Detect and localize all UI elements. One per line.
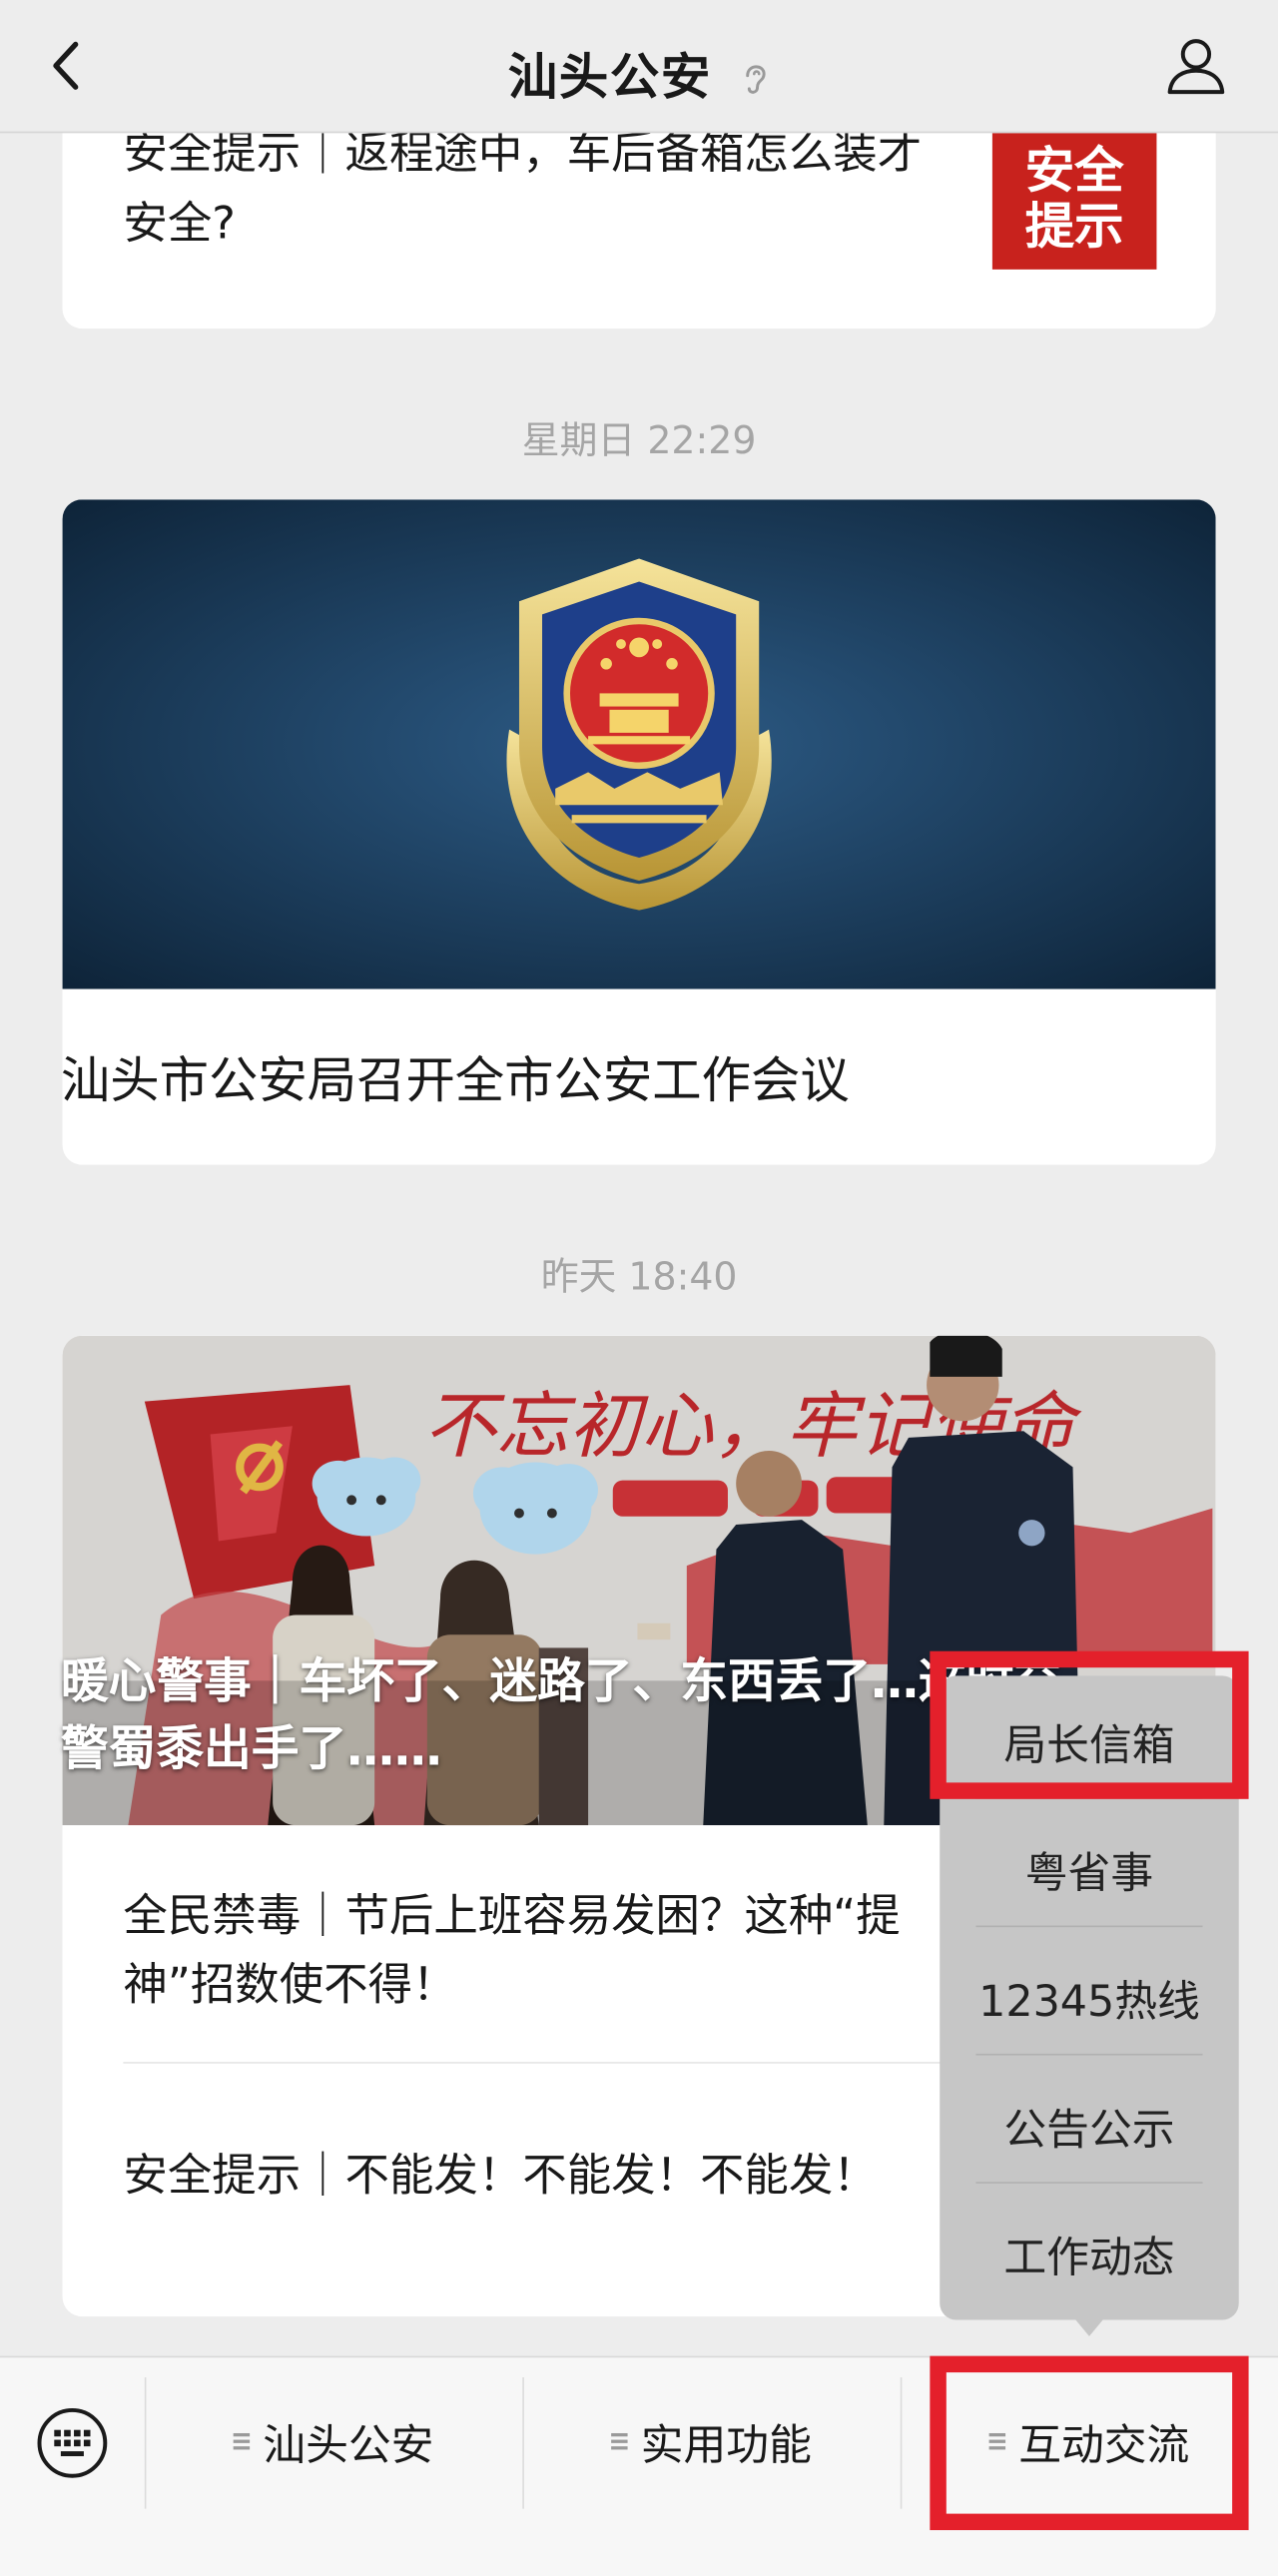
menu-lines-icon (233, 2430, 251, 2453)
account-title-text: 汕头公安 (507, 49, 712, 107)
submenu-divider (975, 2053, 1203, 2056)
submenu-divider (975, 2182, 1203, 2184)
article-item-safety-tip[interactable]: 安全提示｜不能发！不能发！不能发！ (123, 2143, 945, 2212)
menu-separator (900, 2377, 903, 2509)
submenu-item-work-news[interactable]: 工作动态 (940, 2225, 1238, 2285)
account-title: 汕头公安 (0, 36, 1278, 108)
cover-article-title[interactable]: 暖心警事｜车坏了、迷路了、东西丢了…这时交警蜀黍出手了…… (61, 1647, 1079, 1782)
highlight-box-director-mailbox (930, 1650, 1249, 1799)
ear-icon[interactable] (741, 56, 771, 99)
menu-separator (144, 2377, 147, 2509)
profile-icon[interactable] (1163, 33, 1229, 99)
wechat-official-account-screen: 汕头公安 安全提示｜返程途中，车后备箱怎么装才安全? 安全 提示 星期日 22:… (0, 0, 1278, 2576)
submenu-divider (975, 1925, 1203, 1928)
thumb-text-line2: 提示 (1024, 199, 1124, 257)
submenu-item-announcements[interactable]: 公告公示 (940, 2097, 1238, 2158)
menu-practical-functions[interactable]: 实用功能 (611, 2413, 812, 2471)
navigation-bar: 汕头公安 (0, 0, 1278, 134)
message-timestamp: 昨天 18:40 (540, 1256, 738, 1300)
menu-separator (522, 2377, 524, 2509)
menu-label: 汕头公安 (263, 2420, 434, 2471)
police-badge-cover-image[interactable] (62, 499, 1216, 989)
submenu-item-yueshengshi[interactable]: 粤省事 (940, 1840, 1238, 1901)
menu-label: 实用功能 (640, 2420, 812, 2471)
message-timestamp: 星期日 22:29 (521, 420, 757, 464)
safety-tip-thumbnail: 安全 提示 (991, 131, 1157, 270)
article-title[interactable]: 汕头市公安局召开全市公安工作会议 (61, 1040, 850, 1112)
highlight-box-interaction-menu (930, 2355, 1249, 2531)
article-title[interactable]: 安全提示｜返程途中，车后备箱怎么装才安全? (123, 118, 928, 260)
menu-shantou-police[interactable]: 汕头公安 (233, 2413, 434, 2471)
submenu-item-12345-hotline[interactable]: 12345热线 (940, 1968, 1238, 2029)
thumb-text-line1: 安全 (1024, 143, 1124, 201)
article-item-anti-drug[interactable]: 全民禁毒｜节后上班容易发困？这种“提神”招数使不得！ (123, 1883, 945, 2021)
menu-lines-icon (611, 2430, 628, 2453)
submenu-pointer (1072, 2316, 1106, 2336)
keyboard-toggle-icon[interactable] (36, 2407, 108, 2479)
